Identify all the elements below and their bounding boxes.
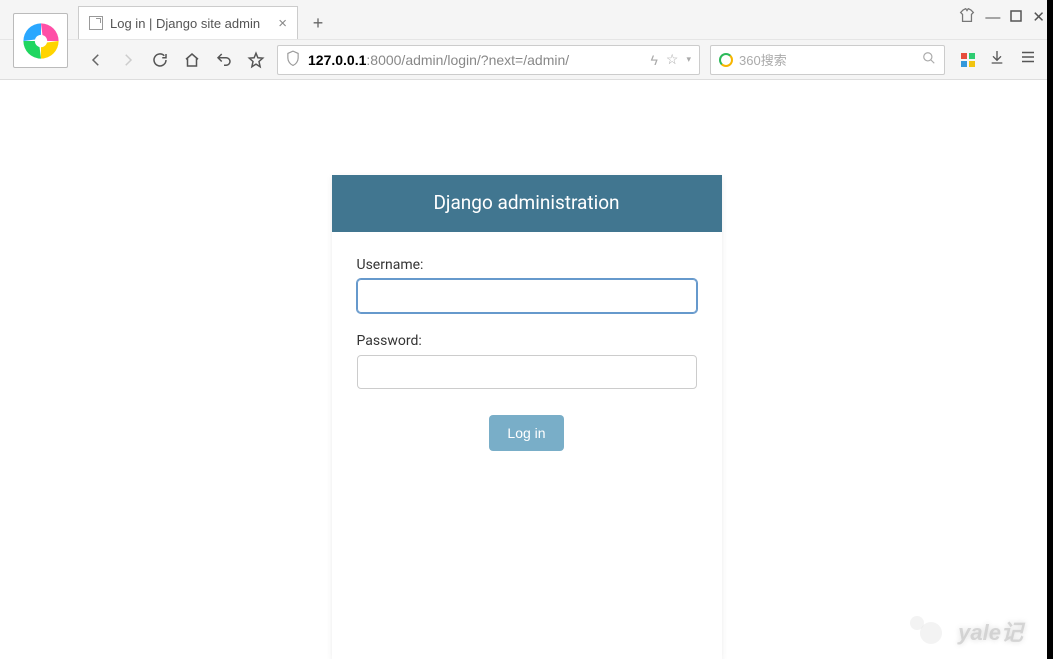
- downloads-icon[interactable]: [989, 49, 1005, 70]
- browser-window: Log in | Django site admin × + — ✕: [0, 0, 1053, 659]
- toolbar-right: [955, 48, 1043, 71]
- address-dropdown-icon[interactable]: ▾: [686, 54, 691, 65]
- back-button[interactable]: [85, 49, 107, 71]
- tab-title: Log in | Django site admin: [110, 16, 260, 31]
- browser-tab[interactable]: Log in | Django site admin ×: [78, 6, 298, 39]
- flash-icon[interactable]: ϟ: [650, 52, 657, 68]
- login-card: Django administration Username: Password…: [332, 175, 722, 659]
- login-form: Username: Password: Log in: [332, 232, 722, 481]
- password-label: Password:: [357, 333, 697, 349]
- login-header: Django administration: [332, 175, 722, 232]
- address-bar[interactable]: 127.0.0.1:8000/admin/login/?next=/admin/…: [277, 45, 700, 75]
- maximize-icon[interactable]: [1010, 9, 1022, 26]
- undo-button[interactable]: [213, 49, 235, 71]
- search-box[interactable]: 360搜索: [710, 45, 945, 75]
- page-favicon-icon: [89, 16, 103, 30]
- page-viewport: Django administration Username: Password…: [0, 80, 1053, 659]
- url-path: :8000/admin/login/?next=/admin/: [366, 52, 569, 68]
- url-host: 127.0.0.1: [308, 52, 366, 68]
- close-window-icon[interactable]: ✕: [1032, 8, 1045, 26]
- favorite-icon[interactable]: ☆: [666, 51, 679, 68]
- window-controls: — ✕: [959, 8, 1045, 26]
- titlebar: Log in | Django site admin × + — ✕: [0, 0, 1053, 40]
- username-label: Username:: [357, 257, 697, 273]
- shield-icon: [286, 50, 300, 69]
- toolbar: 127.0.0.1:8000/admin/login/?next=/admin/…: [0, 40, 1053, 80]
- tab-close-icon[interactable]: ×: [268, 15, 287, 32]
- search-icon[interactable]: [922, 51, 936, 68]
- search-placeholder: 360搜索: [739, 50, 787, 69]
- window-edge: [1047, 0, 1053, 659]
- skin-icon[interactable]: [959, 8, 975, 26]
- watermark-icon: [910, 616, 950, 646]
- watermark-text: yale记: [958, 615, 1023, 647]
- watermark: yale记: [910, 615, 1023, 647]
- login-button[interactable]: Log in: [489, 415, 563, 451]
- forward-button[interactable]: [117, 49, 139, 71]
- home-button[interactable]: [181, 49, 203, 71]
- bookmark-star-button[interactable]: [245, 49, 267, 71]
- password-input[interactable]: [357, 355, 697, 389]
- reload-button[interactable]: [149, 49, 171, 71]
- search-engine-icon: [719, 53, 733, 67]
- url-text: 127.0.0.1:8000/admin/login/?next=/admin/: [308, 52, 642, 68]
- menu-icon[interactable]: [1019, 48, 1037, 71]
- new-tab-button[interactable]: +: [302, 11, 334, 35]
- minimize-icon[interactable]: —: [985, 9, 1000, 26]
- browser-brand-icon: [13, 13, 68, 68]
- apps-grid-icon[interactable]: [961, 53, 975, 67]
- username-input[interactable]: [357, 279, 697, 313]
